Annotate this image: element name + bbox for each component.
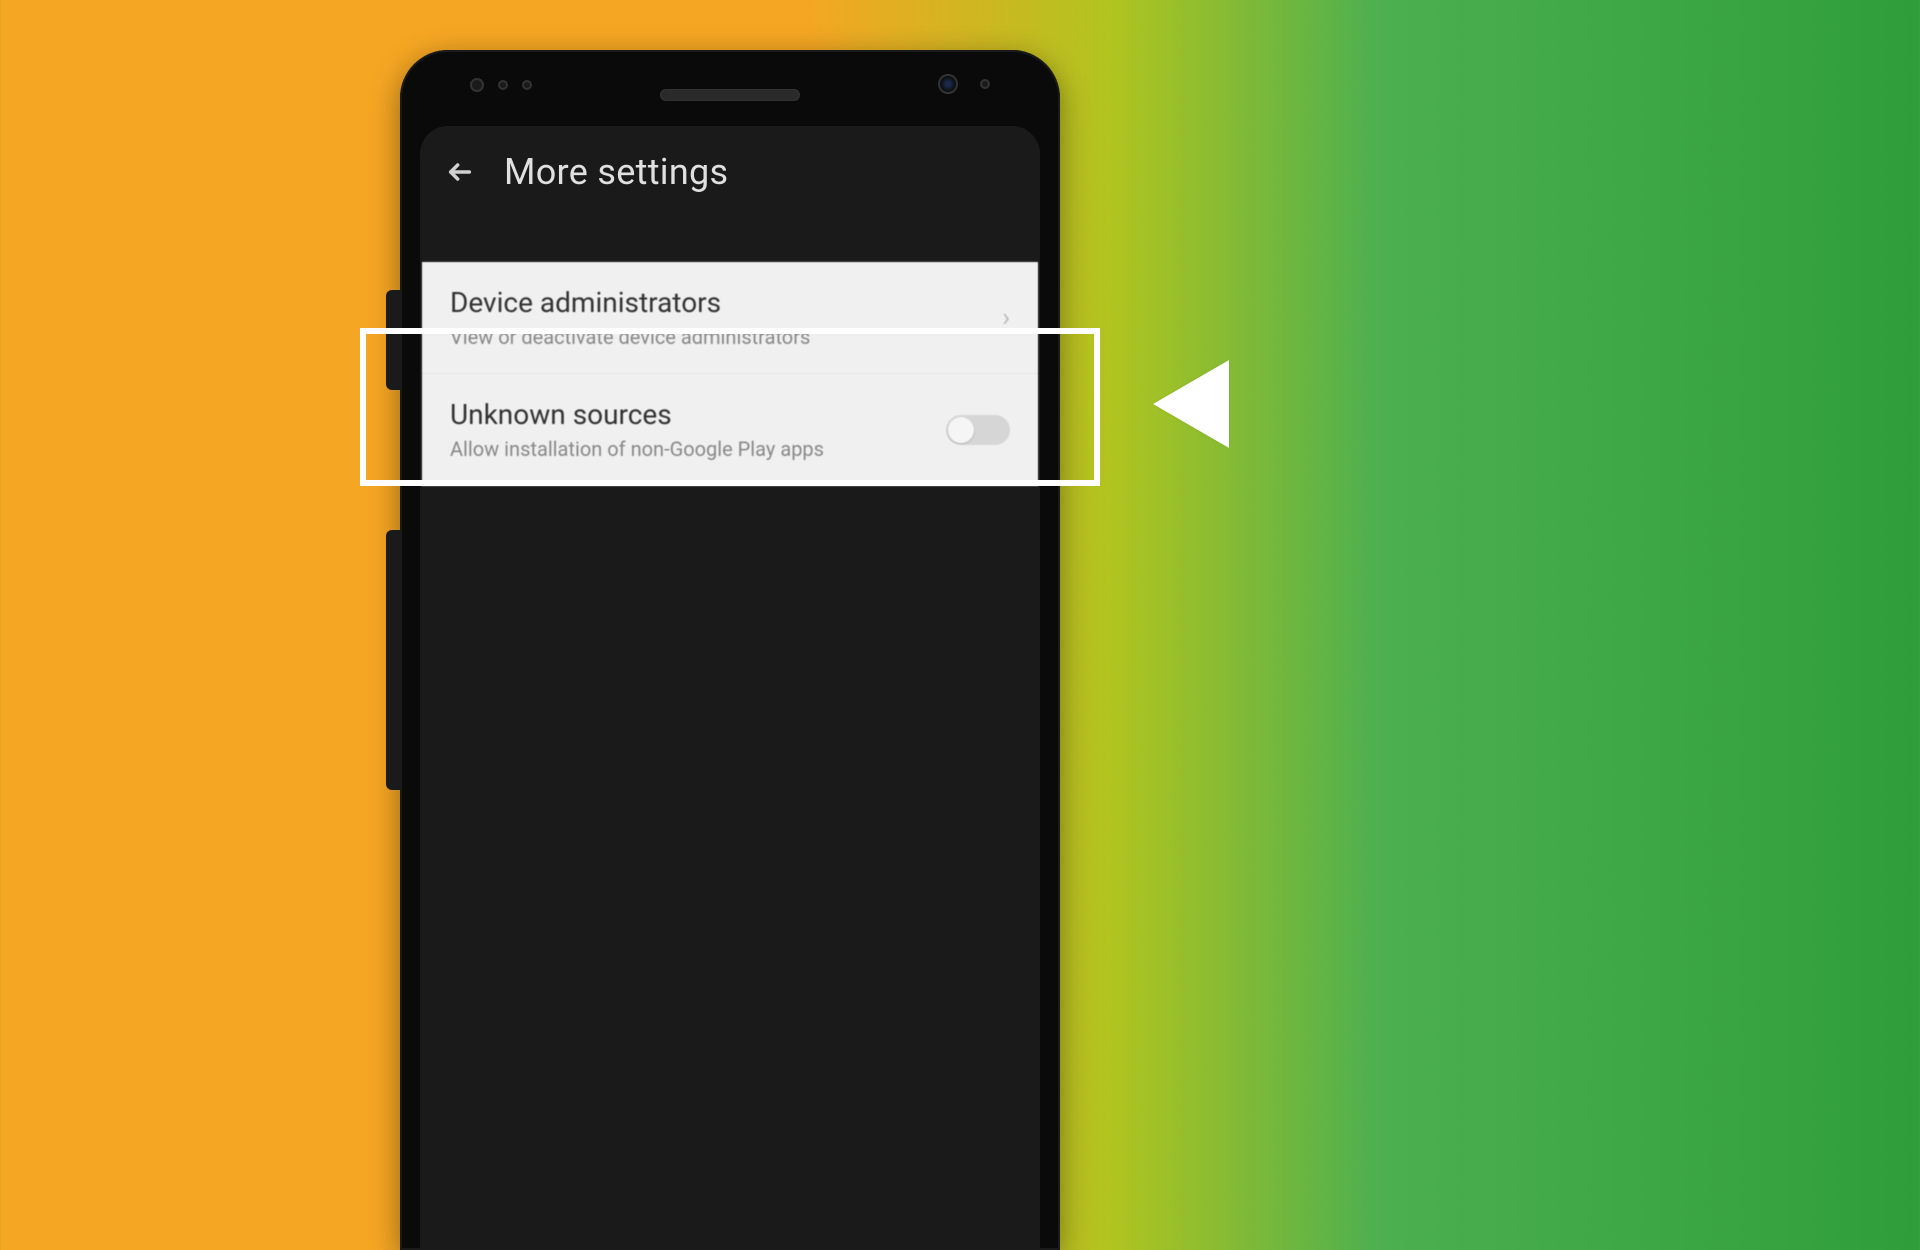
setting-title: Unknown sources bbox=[450, 398, 946, 431]
app-bar: More settings bbox=[420, 126, 1040, 218]
setting-row-unknown-sources[interactable]: Unknown sources Allow installation of no… bbox=[422, 374, 1038, 486]
phone-frame: More settings Device administrators View… bbox=[400, 50, 1060, 1250]
sensor-dot bbox=[980, 79, 990, 89]
phone-screen: More settings Device administrators View… bbox=[420, 126, 1040, 1250]
front-camera bbox=[938, 74, 958, 94]
setting-title: Device administrators bbox=[450, 286, 1002, 319]
unknown-sources-toggle[interactable] bbox=[946, 415, 1010, 445]
settings-list: Device administrators View or deactivate… bbox=[422, 262, 1038, 486]
sensor-dot bbox=[470, 78, 484, 92]
back-arrow-icon[interactable] bbox=[444, 156, 476, 188]
page-title: More settings bbox=[504, 151, 728, 193]
setting-subtitle: Allow installation of non-Google Play ap… bbox=[450, 437, 946, 461]
speaker-grill bbox=[660, 89, 800, 101]
chevron-right-icon: › bbox=[1002, 303, 1010, 333]
setting-row-device-administrators[interactable]: Device administrators View or deactivate… bbox=[422, 262, 1038, 374]
sensor-dot bbox=[522, 80, 532, 90]
sensor-dot bbox=[498, 80, 508, 90]
pointer-arrow-icon bbox=[1153, 360, 1229, 448]
setting-subtitle: View or deactivate device administrators bbox=[450, 325, 1002, 349]
